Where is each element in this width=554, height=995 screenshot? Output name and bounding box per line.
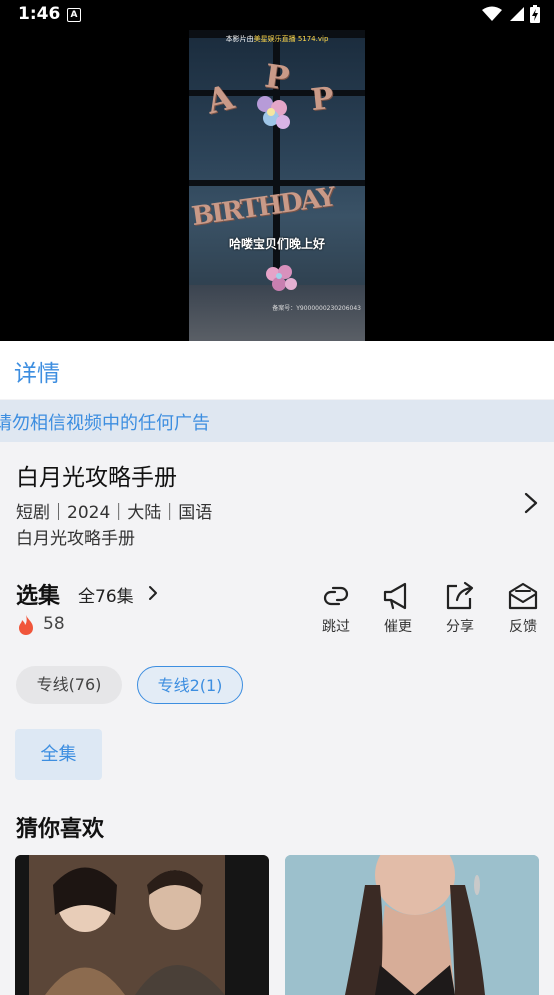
battery-icon <box>530 5 540 23</box>
show-title: 白月光攻略手册 <box>16 465 177 491</box>
show-subtitle: 白月光攻略手册 <box>16 529 135 549</box>
status-bar: 1:46 A <box>0 0 554 30</box>
show-meta: 短剧｜2024｜大陆｜国语 <box>16 503 213 523</box>
recommend-title: 猜你喜欢 <box>16 817 105 842</box>
feedback-label: 反馈 <box>509 619 537 635</box>
chevron-right-icon[interactable] <box>146 584 160 602</box>
skip-label: 跳过 <box>322 619 350 635</box>
video-frame[interactable]: 本影片由美星娱乐直播 5174.vip A P P BIRTHDAY 哈喽宝贝们… <box>189 30 365 341</box>
notification-icon: A <box>67 8 81 22</box>
notice-text: 请勿相信视频中的任何广告 <box>0 413 210 434</box>
all-episodes-button[interactable]: 全集 <box>15 729 102 780</box>
wifi-icon <box>482 6 502 21</box>
flower-balloons <box>266 265 297 291</box>
recommend-card-2[interactable] <box>285 855 539 995</box>
video-player[interactable]: 本影片由美星娱乐直播 5174.vip A P P BIRTHDAY 哈喽宝贝们… <box>0 30 554 341</box>
flower-balloons <box>257 96 290 129</box>
episodes-label: 选集 <box>16 584 61 609</box>
source-chip-1[interactable]: 专线(76) <box>16 666 122 704</box>
system-icons <box>482 5 540 23</box>
poster-image <box>285 855 539 995</box>
signal-icon <box>510 7 524 21</box>
share-icon <box>446 581 474 610</box>
episode-count-link[interactable]: 全76集 <box>78 582 134 607</box>
poster-image <box>15 855 269 995</box>
details-tab[interactable]: 详情 <box>14 354 60 388</box>
feedback-mail-icon <box>508 582 538 610</box>
video-subtitle: 哈喽宝贝们晚上好 <box>228 237 325 251</box>
megaphone-icon <box>383 582 407 610</box>
skip-button[interactable]: 跳过 <box>311 580 361 636</box>
feedback-button[interactable]: 反馈 <box>498 580 548 636</box>
share-label: 分享 <box>446 619 474 635</box>
urge-update-label: 催更 <box>384 619 412 635</box>
balloon-letter: A <box>202 77 238 123</box>
source-chip-2[interactable]: 专线2(1) <box>137 666 243 704</box>
skip-link-icon <box>323 586 349 606</box>
record-watermark: 备案号：Y9000000230206043 <box>272 305 361 312</box>
heat-count: 58 <box>43 614 65 634</box>
video-watermark: 本影片由美星娱乐直播 5174.vip <box>225 35 329 43</box>
chevron-right-icon[interactable] <box>520 490 542 516</box>
status-time: 1:46 <box>18 4 61 24</box>
balloon-letter: P <box>309 80 336 119</box>
share-button[interactable]: 分享 <box>435 580 485 636</box>
details-header <box>0 341 554 399</box>
recommend-card-1[interactable] <box>15 855 269 995</box>
fire-icon <box>19 615 33 635</box>
notice-banner: 请勿相信视频中的任何广告 <box>0 400 554 442</box>
urge-update-button[interactable]: 催更 <box>373 580 423 636</box>
